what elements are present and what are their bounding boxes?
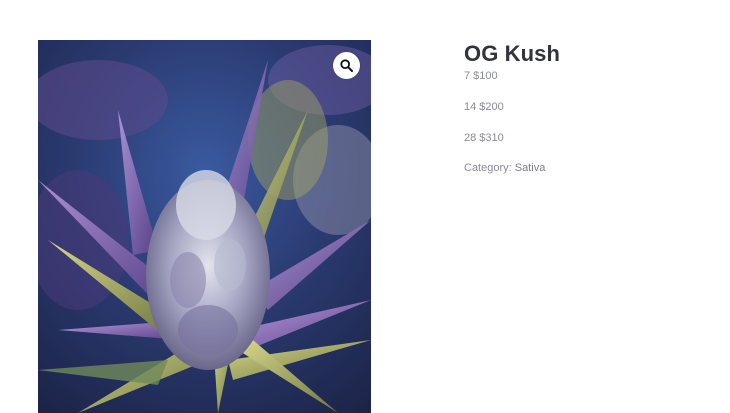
price-option: 7 $100 bbox=[464, 70, 498, 82]
price-option: 14 $200 bbox=[464, 101, 504, 113]
product-title: OG Kush bbox=[464, 41, 561, 66]
product-category: Category: Sativa bbox=[464, 161, 714, 175]
product-photo bbox=[38, 40, 371, 413]
category-link[interactable]: Sativa bbox=[515, 162, 546, 174]
magnifier-icon bbox=[340, 59, 353, 72]
zoom-button[interactable] bbox=[333, 52, 360, 79]
price-option: 28 $310 bbox=[464, 132, 504, 144]
product-gallery[interactable] bbox=[38, 40, 371, 413]
product-page: OG Kush 7 $100 14 $200 28 $310 Category:… bbox=[0, 0, 730, 413]
category-label: Category: bbox=[464, 162, 512, 174]
product-summary: OG Kush 7 $100 14 $200 28 $310 Category:… bbox=[464, 40, 714, 175]
